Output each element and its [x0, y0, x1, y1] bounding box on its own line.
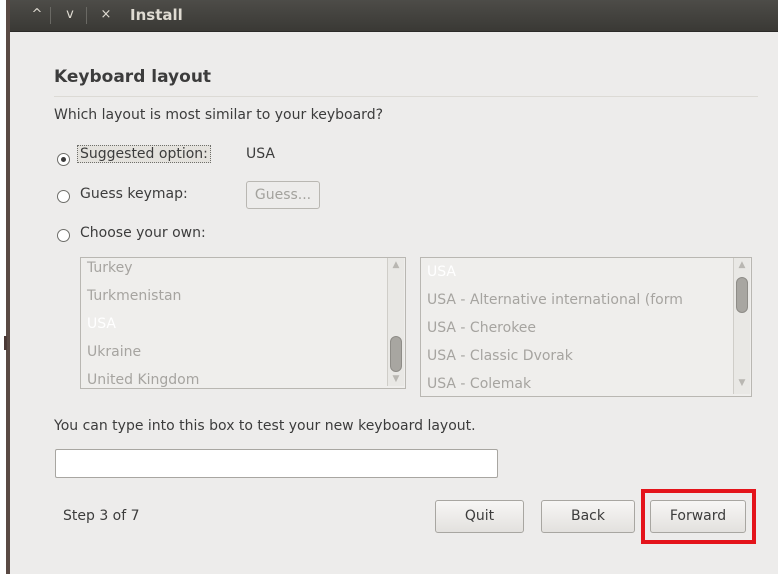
- list-item[interactable]: Turkmenistan: [81, 283, 181, 311]
- guess-button[interactable]: Guess...: [246, 181, 320, 209]
- heading-divider: [54, 96, 758, 97]
- close-icon[interactable]: ×: [96, 5, 116, 25]
- page-title: Keyboard layout: [54, 67, 212, 87]
- list-item[interactable]: USA - Alternative international (form: [421, 287, 683, 315]
- titlebar-separator: [50, 7, 51, 24]
- scroll-down-icon[interactable]: ▼: [734, 376, 750, 390]
- list-item[interactable]: USA: [81, 311, 116, 339]
- list-item[interactable]: USA - Classic Dvorak: [421, 343, 573, 371]
- choose-own-label[interactable]: Choose your own:: [80, 225, 206, 241]
- suggested-option-radio[interactable]: [57, 153, 70, 166]
- list-item[interactable]: Ukraine: [81, 339, 141, 367]
- test-box-label: You can type into this box to test your …: [54, 418, 476, 434]
- window-title: Install: [130, 6, 183, 24]
- window-left-edge: [0, 0, 10, 574]
- suggested-option-label[interactable]: Suggested option:: [77, 145, 211, 163]
- scroll-thumb[interactable]: [390, 336, 402, 372]
- choose-own-radio[interactable]: [57, 229, 70, 242]
- forward-highlight: [641, 489, 756, 544]
- list-item[interactable]: USA - Colemak: [421, 371, 531, 396]
- country-list[interactable]: Turkey Turkmenistan USA Ukraine United K…: [80, 257, 406, 389]
- layout-question: Which layout is most similar to your key…: [54, 107, 384, 123]
- scroll-up-icon[interactable]: ▲: [734, 258, 750, 272]
- list-item[interactable]: USA - Cherokee: [421, 315, 536, 343]
- suggested-option-value: USA: [246, 146, 275, 162]
- list-item[interactable]: United Kingdom: [81, 367, 199, 388]
- country-list-scrollbar[interactable]: ▲ ▼: [387, 258, 404, 386]
- suggested-option-text: Suggested option:: [77, 145, 211, 163]
- list-item[interactable]: USA: [421, 259, 456, 287]
- step-indicator: Step 3 of 7: [63, 508, 140, 524]
- guess-keymap-label[interactable]: Guess keymap:: [80, 186, 188, 202]
- scroll-down-icon[interactable]: ▼: [388, 372, 404, 386]
- quit-button[interactable]: Quit: [435, 500, 524, 533]
- titlebar-separator: [86, 7, 87, 24]
- scroll-up-icon[interactable]: ▲: [388, 258, 404, 272]
- variant-list[interactable]: USA USA - Alternative international (for…: [420, 257, 752, 397]
- border-marker: [4, 336, 7, 350]
- guess-keymap-radio[interactable]: [57, 190, 70, 203]
- back-button[interactable]: Back: [541, 500, 635, 533]
- keyboard-test-input[interactable]: [55, 449, 498, 478]
- maximize-icon[interactable]: v: [60, 5, 80, 25]
- title-bar: ^ v × Install: [10, 0, 778, 32]
- installer-window: ^ v × Install Keyboard layout Which layo…: [10, 0, 778, 574]
- scroll-thumb[interactable]: [736, 277, 748, 313]
- list-item[interactable]: Turkey: [81, 258, 133, 283]
- variant-list-scrollbar[interactable]: ▲ ▼: [733, 258, 750, 394]
- minimize-icon[interactable]: ^: [27, 5, 47, 25]
